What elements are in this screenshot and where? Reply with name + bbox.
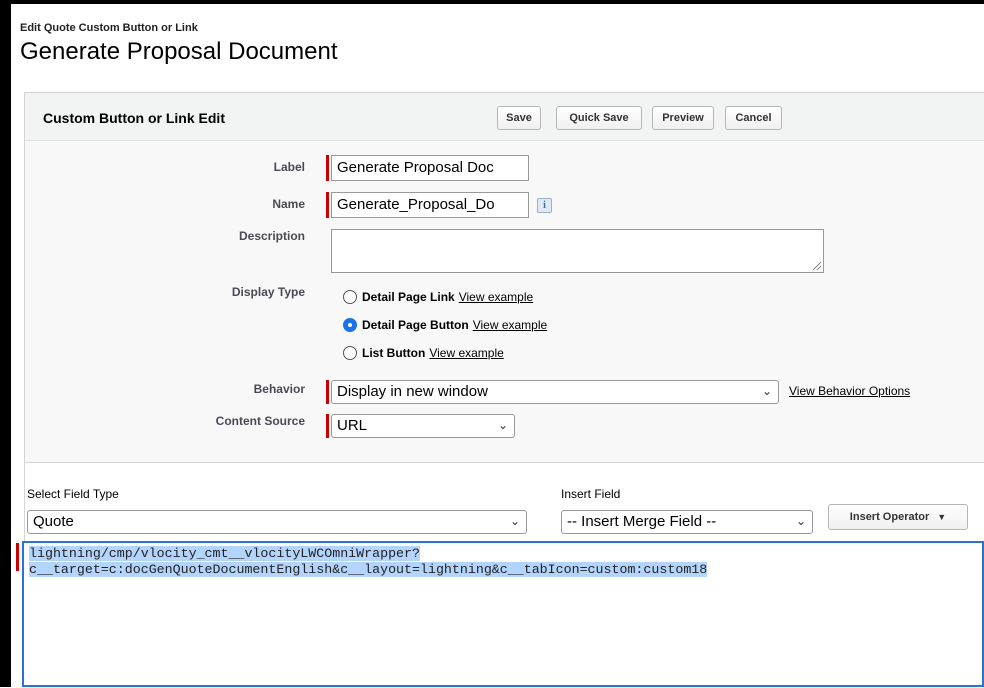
url-formula-text: lightning/cmp/vlocity_cmt__vlocityLWCOmn… [29,546,708,578]
required-indicator [326,414,329,438]
panel-header: Custom Button or Link Edit Save Quick Sa… [25,93,984,141]
content-source-select[interactable]: URL ⌄ [331,414,515,438]
radio-unchecked-icon[interactable] [343,290,357,304]
view-example-link[interactable]: View example [473,318,547,332]
insert-field-label: Insert Field [561,487,621,501]
form-body: Label Generate Proposal Doc Name Generat… [25,142,984,462]
chevron-down-icon: ⌄ [761,384,772,398]
preview-button[interactable]: Preview [652,106,714,130]
required-indicator [326,192,329,218]
content-source-label: Content Source [215,414,305,428]
select-field-type-label: Select Field Type [27,487,119,501]
insert-operator-button[interactable]: Insert Operator ▼ [828,504,968,530]
label-input[interactable]: Generate Proposal Doc [331,155,529,181]
radio-unchecked-icon[interactable] [343,346,357,360]
cancel-button[interactable]: Cancel [725,106,782,130]
behavior-label: Behavior [253,382,305,396]
chevron-down-icon: ⌄ [497,418,508,432]
info-icon[interactable]: i [537,198,552,213]
url-formula-editor[interactable]: lightning/cmp/vlocity_cmt__vlocityLWCOmn… [22,541,984,687]
insert-field-select[interactable]: -- Insert Merge Field -- ⌄ [561,510,813,534]
select-field-type-select[interactable]: Quote ⌄ [27,510,527,534]
required-indicator [16,543,19,571]
name-input[interactable]: Generate_Proposal_Do [331,192,529,218]
description-textarea[interactable] [331,229,824,273]
display-type-option-detail-page-link[interactable]: Detail Page Link View example [343,290,533,304]
page-title: Generate Proposal Document [20,38,338,65]
caret-down-icon: ▼ [937,512,947,522]
view-behavior-options-link[interactable]: View Behavior Options [789,384,910,398]
description-field-label: Description [238,229,305,243]
display-type-option-detail-page-button[interactable]: Detail Page Button View example [343,318,547,332]
code-line-1: lightning/cmp/vlocity_cmt__vlocityLWCOmn… [29,546,420,561]
radio-checked-icon[interactable] [343,318,357,332]
quick-save-button[interactable]: Quick Save [556,106,642,130]
page-subtitle: Edit Quote Custom Button or Link [20,22,198,34]
label-field-label: Label [273,160,305,174]
window-top-border [0,0,984,4]
display-type-label: Display Type [231,285,305,299]
name-field-label: Name [272,197,305,211]
window-left-border [0,0,11,687]
display-type-option-list-button[interactable]: List Button View example [343,346,504,360]
chevron-down-icon: ⌄ [509,514,520,528]
chevron-down-icon: ⌄ [795,514,806,528]
view-example-link[interactable]: View example [459,290,533,304]
required-indicator [326,380,329,404]
panel-title: Custom Button or Link Edit [43,110,225,126]
save-button[interactable]: Save [497,106,541,130]
resize-grip-icon[interactable] [813,262,821,270]
behavior-select[interactable]: Display in new window ⌄ [331,380,779,404]
required-indicator [326,155,329,181]
code-line-2: c__target=c:docGenQuoteDocumentEnglish&c… [29,562,708,577]
view-example-link[interactable]: View example [429,346,503,360]
